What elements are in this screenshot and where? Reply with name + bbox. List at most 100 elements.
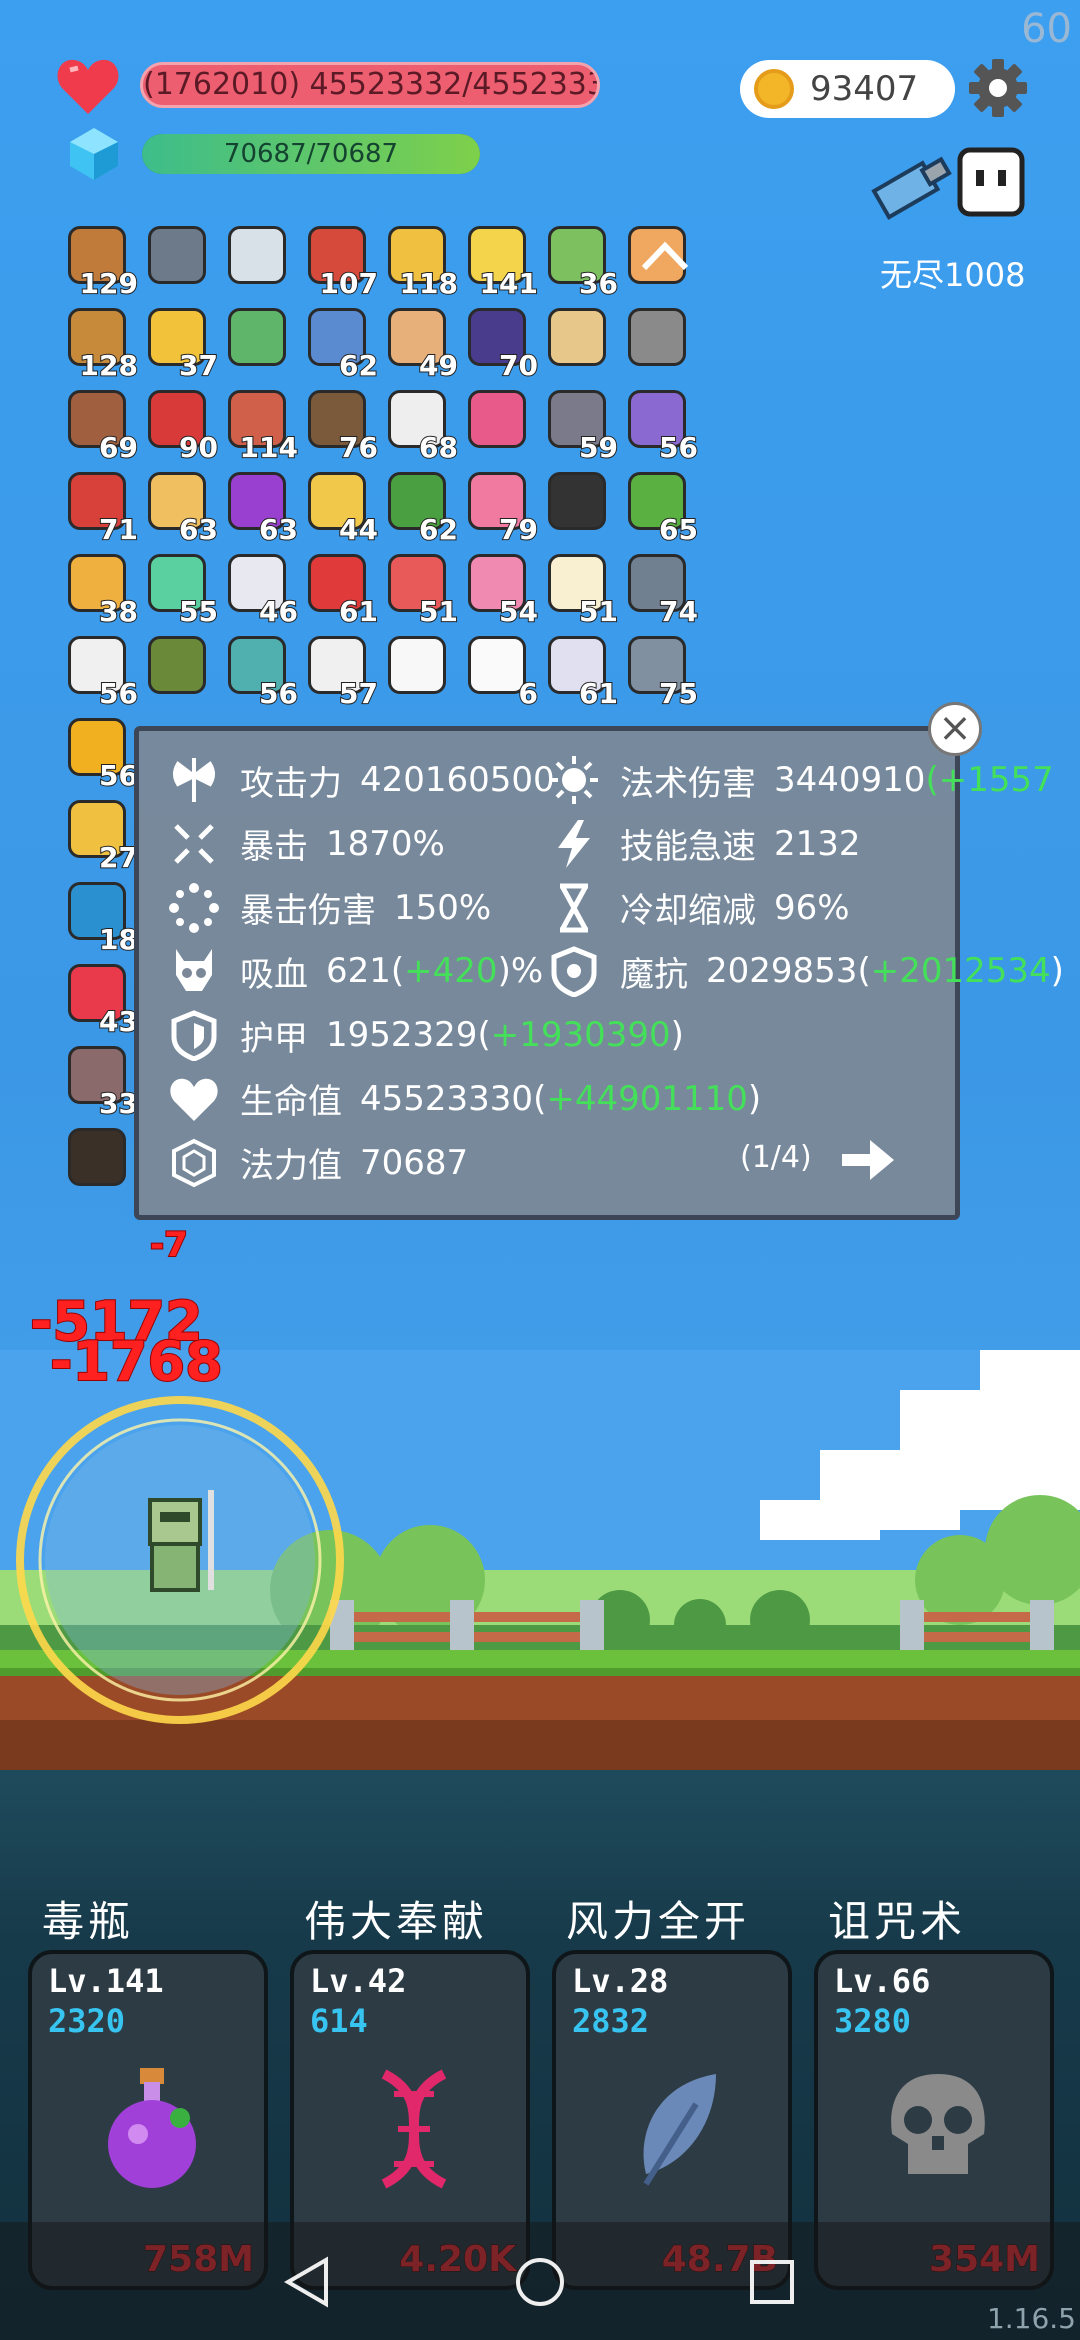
inventory-item[interactable] <box>462 386 532 456</box>
inventory-item[interactable]: 68 <box>382 386 459 465</box>
inventory-item[interactable]: 128 <box>62 304 139 383</box>
gold-amount: 93407 <box>810 69 919 109</box>
stat-value: 420160500 <box>360 760 555 800</box>
inventory-item[interactable]: 61 <box>542 632 619 711</box>
nav-recents-icon[interactable] <box>744 2254 800 2310</box>
inventory-item[interactable]: 33 <box>62 1042 139 1121</box>
inventory-item[interactable] <box>222 222 292 292</box>
item-count: 61 <box>578 676 619 711</box>
item-count: 51 <box>578 594 619 629</box>
inventory-item[interactable]: 107 <box>302 222 379 301</box>
inventory-item[interactable]: 74 <box>622 550 699 629</box>
inventory-item[interactable]: 54 <box>462 550 539 629</box>
stat-row: 暴击 1870% <box>168 816 445 872</box>
inventory-item[interactable] <box>62 1124 132 1194</box>
inventory-item[interactable]: 114 <box>222 386 299 465</box>
nav-back-icon[interactable] <box>280 2254 336 2310</box>
axe-icon <box>173 758 215 802</box>
inventory-item[interactable]: 27 <box>62 796 139 875</box>
inventory-item[interactable]: 62 <box>302 304 379 383</box>
crit-icon <box>174 823 214 864</box>
inventory-item[interactable]: 43 <box>62 960 139 1039</box>
item-count: 129 <box>79 266 139 301</box>
inventory-item[interactable]: 65 <box>622 468 699 547</box>
item-count: 71 <box>98 512 139 547</box>
inventory-item[interactable]: 90 <box>142 386 219 465</box>
nav-home-icon[interactable] <box>512 2254 568 2310</box>
inventory-item[interactable] <box>382 632 452 702</box>
stat-row: 魔抗 2029853(+2012534) <box>548 943 1064 999</box>
inventory-item[interactable]: 129 <box>62 222 139 301</box>
item-count: 141 <box>479 266 539 301</box>
inventory-item[interactable] <box>622 304 692 374</box>
item-count: 79 <box>498 512 539 547</box>
item-count: 69 <box>98 430 139 465</box>
inventory-item[interactable]: 57 <box>302 632 379 711</box>
bonus-close-paren: ) <box>670 1015 684 1055</box>
inventory-item[interactable]: 76 <box>302 386 379 465</box>
item-count: 63 <box>178 512 219 547</box>
sun-icon <box>550 756 598 804</box>
inventory-item[interactable]: 141 <box>462 222 539 301</box>
poison-potion-icon <box>108 2068 196 2188</box>
item-count: 74 <box>658 594 699 629</box>
bonus-open-paren: ( <box>390 951 405 992</box>
inventory-item[interactable]: 75 <box>622 632 699 711</box>
inventory-item[interactable]: 62 <box>382 468 459 547</box>
inventory-item[interactable]: 71 <box>62 468 139 547</box>
inventory-item[interactable]: 69 <box>62 386 139 465</box>
item-count: 107 <box>319 266 379 301</box>
inventory-item[interactable]: 61 <box>302 550 379 629</box>
inventory-item[interactable]: 59 <box>542 386 619 465</box>
inventory-item[interactable] <box>142 632 212 702</box>
inventory-item[interactable]: 51 <box>382 550 459 629</box>
heart-stat-icon <box>170 1078 218 1121</box>
feather-icon <box>643 2074 716 2186</box>
item-count: 90 <box>178 430 219 465</box>
settings-gear-icon[interactable] <box>968 58 1028 118</box>
pet-companion-icon[interactable] <box>868 140 1028 240</box>
inventory-item[interactable]: 36 <box>542 222 619 301</box>
inventory-item[interactable]: 44 <box>302 468 379 547</box>
stat-row: 护甲 1952329(+1930390) <box>168 1007 684 1063</box>
inventory-item[interactable] <box>222 304 292 374</box>
next-page-arrow-icon[interactable] <box>840 1136 896 1184</box>
system-nav-bar <box>0 2222 1080 2340</box>
inventory-item[interactable]: 38 <box>62 550 139 629</box>
inventory-item[interactable]: 55 <box>142 550 219 629</box>
crit-damage-icon <box>169 882 219 933</box>
inventory-item[interactable]: 56 <box>62 632 139 711</box>
item-count: 27 <box>98 840 139 875</box>
inventory-item[interactable]: 56 <box>222 632 299 711</box>
inventory-item[interactable]: 56 <box>62 714 139 793</box>
stat-label: 攻击力 <box>240 763 342 804</box>
collapse-chevron-up-icon[interactable] <box>640 238 690 274</box>
page-indicator: (1/4) <box>740 1140 812 1175</box>
skill-level: Lv.42 <box>310 1962 407 2000</box>
inventory-item[interactable] <box>142 222 212 292</box>
inventory-item[interactable] <box>542 468 612 538</box>
inventory-item[interactable]: 118 <box>382 222 459 301</box>
item-count: 65 <box>658 512 699 547</box>
stat-value: 3440910 <box>774 760 926 800</box>
inventory-item[interactable]: 37 <box>142 304 219 383</box>
inventory-item[interactable]: 63 <box>222 468 299 547</box>
inventory-item[interactable] <box>542 304 612 374</box>
inventory-item[interactable]: 49 <box>382 304 459 383</box>
inventory-item[interactable]: 56 <box>622 386 699 465</box>
close-button[interactable]: × <box>928 702 982 756</box>
inventory-item[interactable]: 6 <box>462 632 539 711</box>
inventory-item[interactable]: 18 <box>62 878 139 957</box>
inventory-item[interactable]: 70 <box>462 304 539 383</box>
stat-label: 暴击 <box>240 827 308 868</box>
inventory-item[interactable]: 46 <box>222 550 299 629</box>
stat-label: 冷却缩减 <box>620 891 756 931</box>
item-count: 59 <box>578 430 619 465</box>
inventory-item[interactable]: 51 <box>542 550 619 629</box>
stat-label: 技能急速 <box>620 827 756 868</box>
inventory-item[interactable]: 79 <box>462 468 539 547</box>
inventory-item[interactable]: 63 <box>142 468 219 547</box>
item-count: 62 <box>418 512 459 547</box>
stat-row: 冷却缩减 96% <box>548 880 850 936</box>
item-count: 56 <box>258 676 299 711</box>
